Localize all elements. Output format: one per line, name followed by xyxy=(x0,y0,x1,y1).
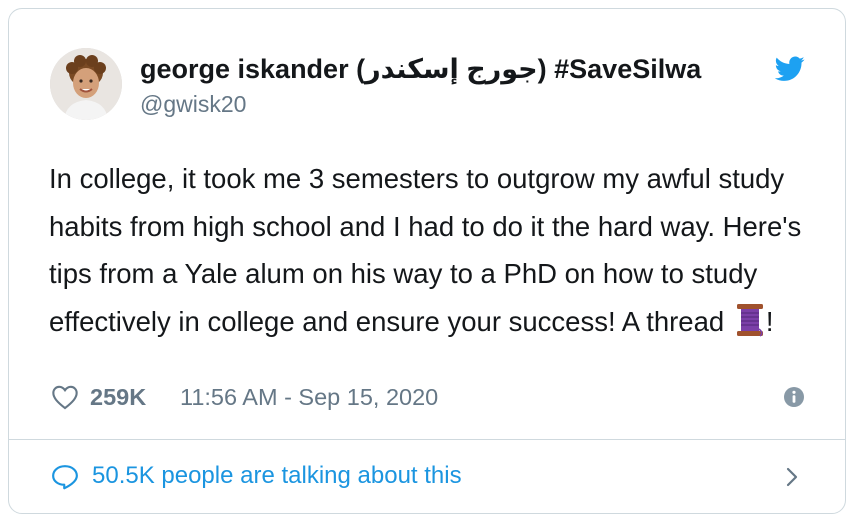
tweet-text: In college, it took me 3 semesters to ou… xyxy=(49,155,819,345)
tweet-meta: 259K 11:56 AM - Sep 15, 2020 xyxy=(51,381,805,413)
user-info[interactable]: george iskander (جورج إسكندر) #SaveSilwa… xyxy=(140,52,769,119)
like-count[interactable]: 259K xyxy=(90,381,146,413)
info-icon[interactable] xyxy=(783,386,805,408)
thread-spool-emoji xyxy=(734,303,766,337)
tweet-header: george iskander (جورج إسكندر) #SaveSilwa… xyxy=(50,48,805,128)
display-name[interactable]: george iskander (جورج إسكندر) #SaveSilwa xyxy=(140,52,769,86)
conversation-count[interactable]: 50.5K people are talking about this xyxy=(92,460,462,492)
conversation-link[interactable]: 50.5K people are talking about this xyxy=(51,460,805,492)
avatar[interactable] xyxy=(50,48,122,120)
tweet-timestamp[interactable]: 11:56 AM - Sep 15, 2020 xyxy=(180,381,438,413)
twitter-bird-icon[interactable] xyxy=(775,56,805,82)
user-handle[interactable]: @gwisk20 xyxy=(140,89,769,119)
divider xyxy=(9,439,845,440)
tweet-body: In college, it took me 3 semesters to ou… xyxy=(49,163,802,337)
chevron-right-icon[interactable] xyxy=(785,467,799,487)
heart-outline-icon[interactable] xyxy=(51,384,79,410)
tweet-card[interactable]: george iskander (جورج إسكندر) #SaveSilwa… xyxy=(8,8,846,514)
tweet-text-suffix: ! xyxy=(765,305,774,337)
speech-bubble-icon xyxy=(52,465,78,490)
